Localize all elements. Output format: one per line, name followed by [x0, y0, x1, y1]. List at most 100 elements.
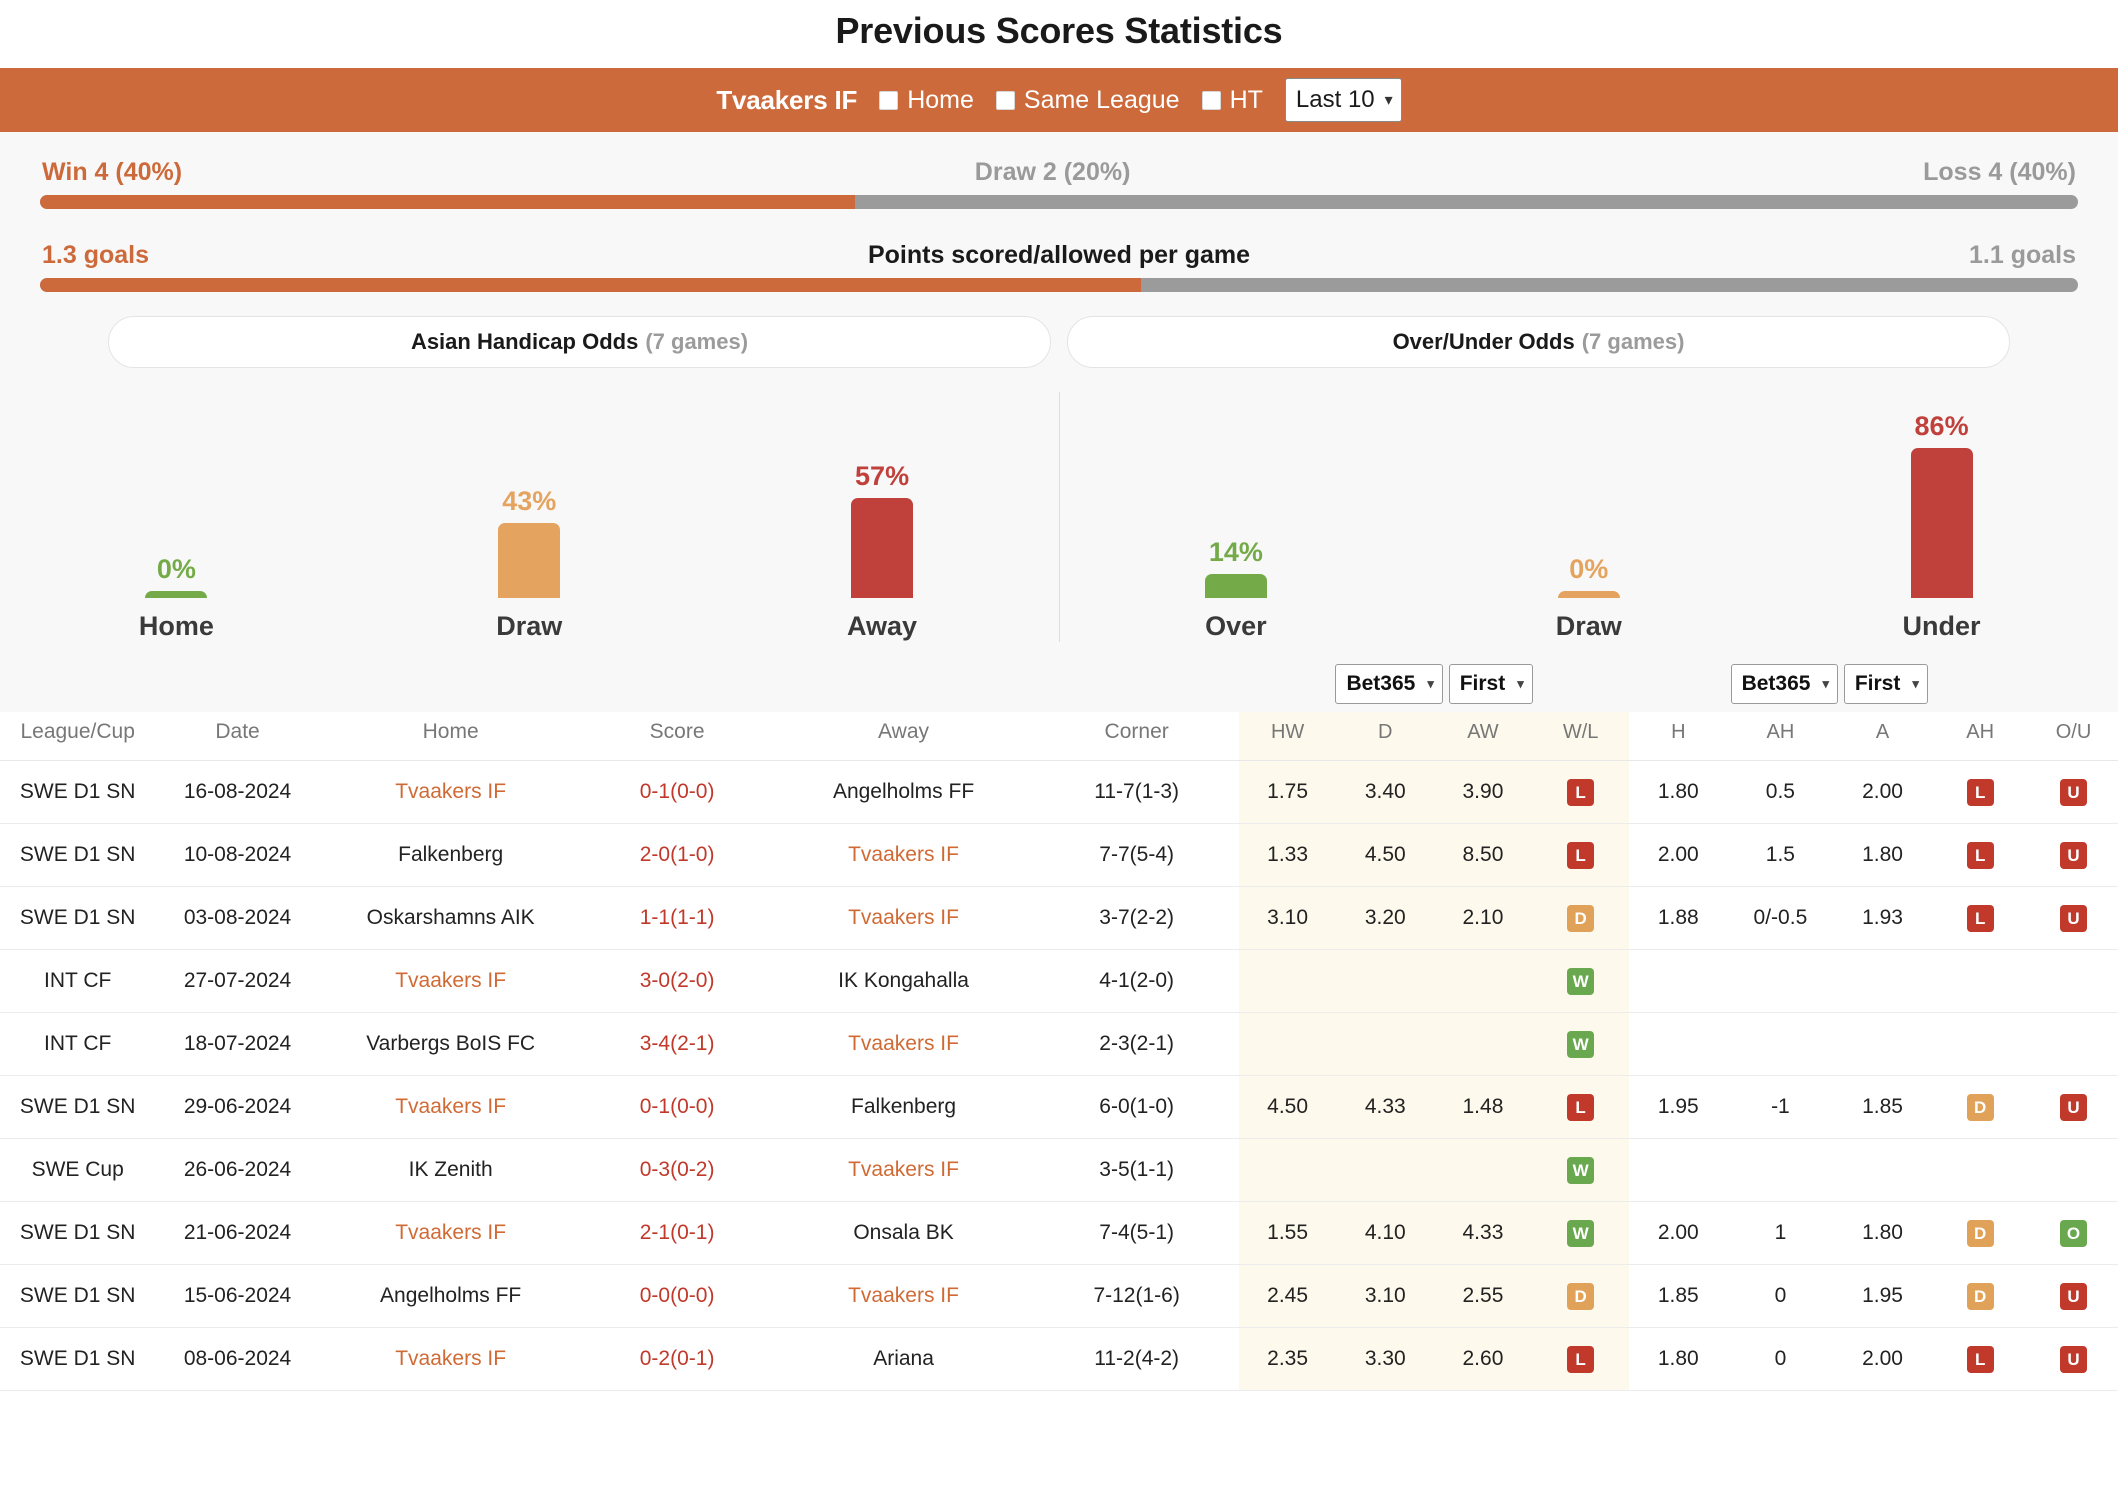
filter-checkbox-ht[interactable]: HT: [1201, 86, 1263, 115]
goals-progress-bar: [40, 278, 2078, 292]
cell-home-team: Varbergs BoIS FC: [366, 1032, 536, 1055]
result-badge: W: [1567, 967, 1595, 995]
range-select[interactable]: Last 10 ▾: [1284, 78, 1402, 122]
checkbox-box-same-league[interactable]: [995, 90, 1015, 110]
score-full: 0-1: [639, 1095, 671, 1118]
cell-home-team: Falkenberg: [398, 843, 504, 866]
table-selector-row: Bet365 ▾ First ▾ Bet365 ▾ First ▾: [0, 654, 2118, 712]
cell-league: INT CF: [44, 969, 112, 992]
checkbox-box-home[interactable]: [879, 90, 899, 110]
cell-draw-odds: 3.40: [1336, 760, 1435, 824]
table-row[interactable]: SWE D1 SN 16-08-2024 Tvaakers IF 0-1(0-0) An…: [0, 760, 2118, 824]
cell-league: SWE D1 SN: [19, 1284, 136, 1307]
tab-asian-handicap-odds[interactable]: Asian Handicap Odds (7 games): [108, 316, 1051, 368]
cell-draw-odds: [1336, 1138, 1435, 1202]
table-row[interactable]: SWE D1 SN 10-08-2024 Falkenberg 2-0(1-0) Tva…: [0, 823, 2118, 887]
table-row[interactable]: SWE D1 SN 29-06-2024 Tvaakers IF 0-1(0-0) Fa…: [0, 1075, 2118, 1139]
cell-date: 15-06-2024: [183, 1284, 292, 1307]
cell-date: 26-06-2024: [183, 1158, 292, 1181]
cell-away-team: Tvaakers IF: [848, 843, 959, 866]
ou-bookmaker-value: Bet365: [1741, 671, 1811, 695]
chart-bar-under: [1910, 447, 1973, 598]
cell-date: 18-07-2024: [183, 1032, 292, 1055]
cell-home-win-odds: [1238, 1138, 1337, 1202]
cell-draw-odds: 3.10: [1336, 1264, 1435, 1328]
filter-checkbox-home[interactable]: Home: [879, 86, 974, 115]
cell-win-loss: L: [1531, 1075, 1630, 1139]
col-header-away: Away: [772, 712, 1035, 761]
chart-value-under: 86%: [1914, 410, 1969, 441]
col-header-ah2: AH: [1931, 712, 2030, 761]
cell-over-under-result: U: [2029, 1076, 2118, 1139]
ah-bookmaker-select[interactable]: Bet365 ▾: [1335, 664, 1443, 704]
cell-ou-away-odds: [1834, 1139, 1932, 1202]
cell-ah-result: [1931, 1013, 2029, 1076]
cell-ou-away-odds: [1834, 950, 1932, 1013]
result-badge: W: [1567, 1219, 1595, 1247]
table-row[interactable]: INT CF 27-07-2024 Tvaakers IF 3-0(2-0) IK Ko…: [0, 949, 2118, 1013]
chevron-down-icon: ▾: [1912, 675, 1919, 691]
table-header-row: League/Cup Date Home Score Away Corner H…: [0, 712, 2118, 761]
cell-ou-home-odds: 1.80: [1657, 1347, 1699, 1370]
cell-ah-line: 0.5: [1765, 780, 1795, 803]
score-halftime: (0-2): [670, 1158, 715, 1181]
table-row[interactable]: SWE Cup 26-06-2024 IK Zenith 0-3(0-2) Tvaake…: [0, 1138, 2118, 1202]
ou-half-select[interactable]: First ▾: [1843, 664, 1928, 704]
table-row[interactable]: SWE D1 SN 03-08-2024 Oskarshamns AIK 1-1(1-…: [0, 886, 2118, 950]
cell-date: 08-06-2024: [183, 1347, 292, 1370]
tab-asian-handicap-label: Asian Handicap Odds: [410, 329, 639, 354]
range-select-value: Last 10: [1295, 85, 1375, 113]
ah-half-select[interactable]: First ▾: [1448, 664, 1533, 704]
ou-bookmaker-select[interactable]: Bet365 ▾: [1730, 664, 1838, 704]
table-row[interactable]: SWE D1 SN 08-06-2024 Tvaakers IF 0-2(0-1) Ar…: [0, 1327, 2118, 1391]
cell-date: 16-08-2024: [183, 780, 292, 803]
filter-checkbox-same-league[interactable]: Same League: [995, 86, 1180, 115]
checkbox-box-ht[interactable]: [1201, 90, 1221, 110]
cell-home-win-odds: 2.35: [1238, 1327, 1337, 1391]
selector-spacer: [0, 654, 1239, 712]
cell-ou-away-odds: 2.00: [1862, 780, 1903, 803]
cell-over-under-result: [2029, 1013, 2118, 1076]
score-halftime: (2-0): [670, 969, 715, 992]
page-title: Previous Scores Statistics: [835, 10, 1283, 51]
cell-league: SWE D1 SN: [19, 1221, 136, 1244]
summary-stats: Win 4 (40%) Draw 2 (20%) Loss 4 (40%) 1.…: [0, 132, 2118, 302]
cell-home-team: Tvaakers IF: [395, 1347, 507, 1370]
result-badge: U: [2060, 1282, 2088, 1310]
cell-ah-result: L: [1931, 824, 2029, 887]
table-row[interactable]: INT CF 18-07-2024 Varbergs BoIS FC 3-4(2-1)…: [0, 1012, 2118, 1076]
cell-away-win-odds: [1434, 1138, 1532, 1202]
cell-ou-home-odds: [1629, 950, 1727, 1013]
cell-home-team: Tvaakers IF: [395, 1221, 507, 1244]
score-halftime: (0-0): [670, 1284, 715, 1307]
cell-corner: 3-7(2-2): [1099, 906, 1174, 929]
cell-ou-away-odds: [1834, 1013, 1932, 1076]
cell-away-team: Tvaakers IF: [848, 906, 959, 929]
cell-over-under-result: O: [2029, 1202, 2118, 1265]
cell-win-loss: W: [1531, 1201, 1630, 1265]
tab-over-under-odds[interactable]: Over/Under Odds (7 games): [1067, 316, 2010, 368]
chart-column-away: 57% Away: [807, 392, 957, 642]
cell-date: 21-06-2024: [183, 1221, 292, 1244]
score-halftime: (0-1): [670, 1347, 715, 1370]
cell-home-win-odds: 1.55: [1238, 1201, 1337, 1265]
cell-ah-result: D: [1931, 1076, 2029, 1139]
cell-draw-odds: 4.10: [1336, 1201, 1435, 1265]
cell-away-win-odds: 4.33: [1434, 1201, 1532, 1265]
cell-date: 27-07-2024: [183, 969, 292, 992]
table-row[interactable]: SWE D1 SN 15-06-2024 Angelholms FF 0-0(0-0)…: [0, 1264, 2118, 1328]
cell-home-team: Oskarshamns AIK: [366, 906, 535, 929]
cell-win-loss: L: [1531, 1327, 1630, 1391]
wdl-progress-fill: [40, 195, 856, 209]
col-header-ah: AH: [1727, 712, 1834, 761]
wdl-labels: Win 4 (40%) Draw 2 (20%) Loss 4 (40%): [40, 148, 2078, 195]
cell-home-win-odds: [1238, 949, 1337, 1013]
table-row[interactable]: SWE D1 SN 21-06-2024 Tvaakers IF 2-1(0-1) On…: [0, 1201, 2118, 1265]
ou-odds-selectors: Bet365 ▾ First ▾: [1629, 654, 2029, 712]
cell-ah-line: 1: [1774, 1221, 1787, 1244]
chart-bar-away: [851, 498, 914, 598]
chart-value-home: 0%: [156, 554, 196, 584]
chart-label-under: Under: [1902, 611, 1981, 641]
cell-ah-line: 0: [1774, 1347, 1787, 1370]
col-header-corner: Corner: [1034, 712, 1239, 761]
